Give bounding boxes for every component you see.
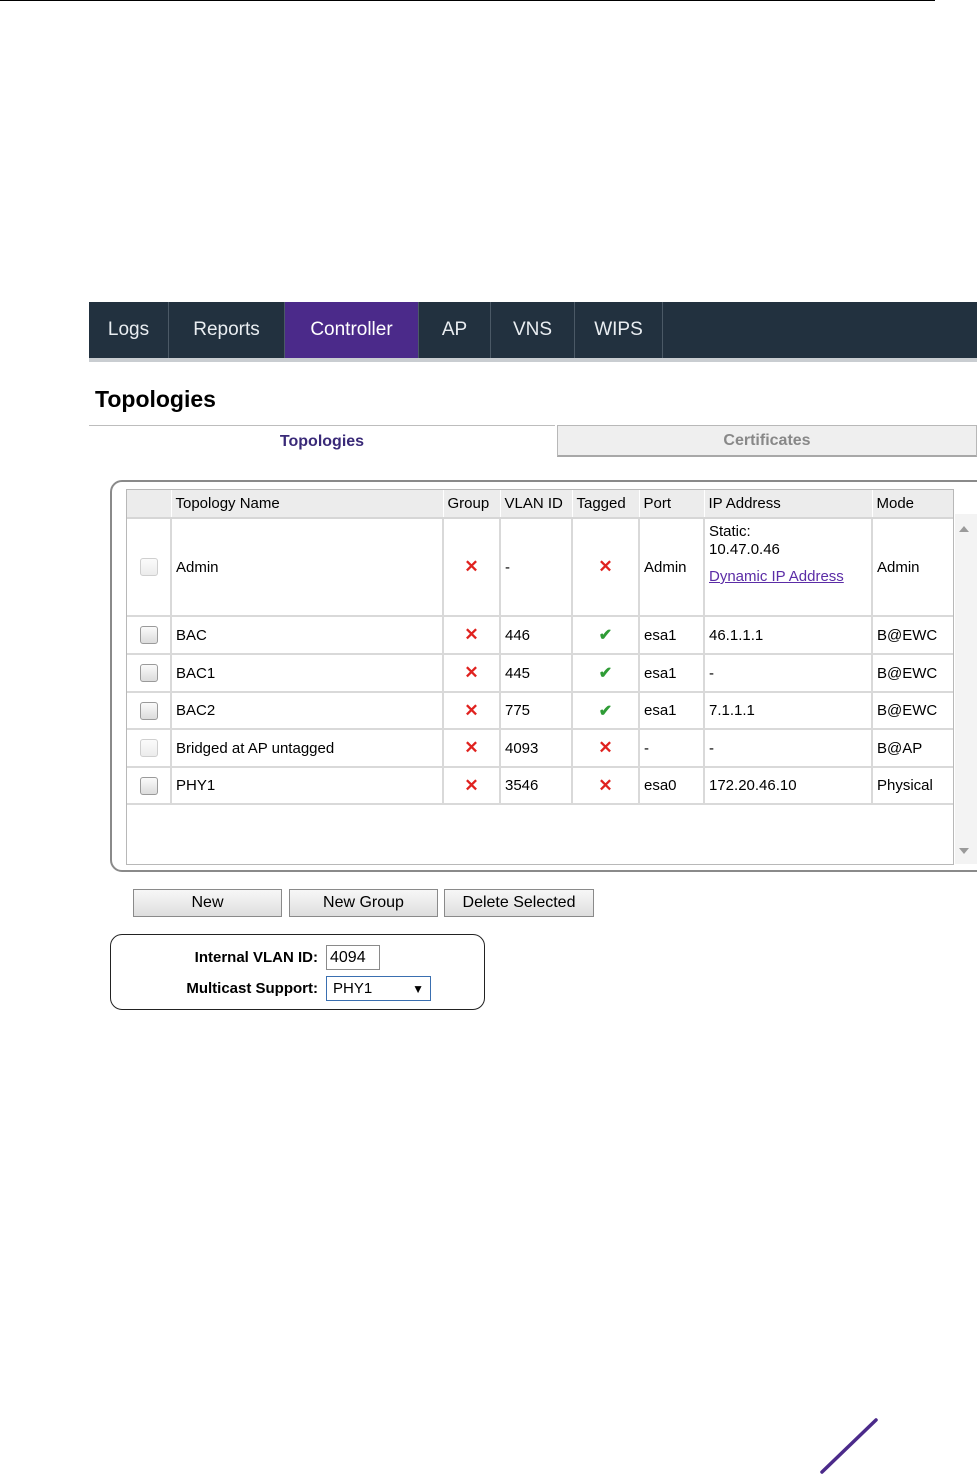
row-checkbox[interactable]: [139, 626, 158, 645]
tagged-yes-icon: ✔: [598, 665, 613, 682]
port: esa1: [639, 654, 705, 693]
topology-name[interactable]: Admin: [171, 518, 444, 617]
port: esa1: [639, 616, 705, 655]
topology-name[interactable]: BAC: [171, 616, 444, 655]
internal-vlan-label: Internal VLAN ID:: [194, 949, 318, 966]
select-column-header: [127, 490, 172, 519]
table-row[interactable]: PHY1 ✕ 3546 ✕ esa0 172.20.46.10 Physical: [127, 767, 953, 805]
table-scrollbar[interactable]: [955, 514, 977, 864]
mode: B@EWC: [872, 616, 953, 655]
scroll-up-arrow-icon[interactable]: [959, 526, 969, 532]
scroll-down-arrow-icon[interactable]: [959, 848, 969, 854]
vlan-id: 775: [500, 692, 573, 730]
ip-address: -: [704, 729, 873, 768]
topology-name[interactable]: BAC2: [171, 692, 444, 730]
table-row[interactable]: Admin ✕ - ✕ Admin Static: 10.47.0.46 Dyn…: [127, 518, 953, 617]
vlan-id: -: [500, 518, 573, 617]
internal-vlan-input[interactable]: [326, 945, 380, 970]
ip-address: 10.47.0.46: [709, 541, 780, 558]
table-row[interactable]: BAC ✕ 446 ✔ esa1 46.1.1.1 B@EWC: [127, 616, 953, 655]
topology-table: Topology Name Group VLAN ID Tagged Port …: [127, 490, 953, 805]
nav-vns[interactable]: VNS: [491, 302, 575, 358]
topology-table-viewport: Topology Name Group VLAN ID Tagged Port …: [126, 489, 954, 865]
column-header-mode[interactable]: Mode: [872, 490, 953, 519]
page-header-rule: [0, 0, 935, 1]
vlan-id: 445: [500, 654, 573, 693]
mode: B@EWC: [872, 692, 953, 730]
vlan-id: 446: [500, 616, 573, 655]
column-header-vlan[interactable]: VLAN ID: [500, 490, 573, 519]
group-no-icon: ✕: [464, 663, 479, 682]
ip-address: -: [704, 654, 873, 693]
vlan-id: 4093: [500, 729, 573, 768]
chevron-down-icon: ▼: [412, 981, 424, 996]
row-checkbox[interactable]: [139, 701, 158, 720]
tagged-yes-icon: ✔: [598, 627, 613, 644]
table-header-row: Topology Name Group VLAN ID Tagged Port …: [127, 490, 953, 519]
ip-static-label: Static:: [709, 523, 751, 540]
table-row[interactable]: BAC2 ✕ 775 ✔ esa1 7.1.1.1 B@EWC: [127, 692, 953, 730]
topology-name[interactable]: Bridged at AP untagged: [171, 729, 444, 768]
port: esa1: [639, 692, 705, 730]
row-checkbox[interactable]: [139, 664, 158, 683]
group-no-icon: ✕: [464, 700, 479, 720]
tagged-no-icon: ✕: [598, 557, 613, 576]
topology-name[interactable]: BAC1: [171, 654, 444, 693]
delete-selected-button[interactable]: Delete Selected: [444, 889, 594, 917]
main-nav: Logs Reports Controller AP VNS WIPS: [89, 302, 977, 362]
group-no-icon: ✕: [464, 775, 479, 795]
ip-address: 172.20.46.10: [704, 767, 873, 805]
port: -: [639, 729, 705, 768]
nav-controller[interactable]: Controller: [285, 302, 419, 358]
ip-address: 7.1.1.1: [704, 692, 873, 730]
brand-slash-logo: [820, 1418, 878, 1474]
tagged-no-icon: ✕: [598, 738, 613, 757]
topology-name[interactable]: PHY1: [171, 767, 444, 805]
row-checkbox: [139, 739, 158, 758]
nav-logs[interactable]: Logs: [89, 302, 169, 358]
multicast-support-select[interactable]: PHY1 ▼: [326, 976, 431, 1001]
row-checkbox: [139, 558, 158, 577]
tagged-no-icon: ✕: [598, 775, 613, 795]
nav-ap[interactable]: AP: [419, 302, 491, 358]
table-row[interactable]: BAC1 ✕ 445 ✔ esa1 - B@EWC: [127, 654, 953, 693]
port: esa0: [639, 767, 705, 805]
column-header-port[interactable]: Port: [639, 490, 705, 519]
new-button[interactable]: New: [133, 889, 282, 917]
column-header-tagged[interactable]: Tagged: [572, 490, 640, 519]
group-no-icon: ✕: [464, 625, 479, 644]
table-row[interactable]: Bridged at AP untagged ✕ 4093 ✕ - - B@AP: [127, 729, 953, 768]
nav-reports[interactable]: Reports: [169, 302, 285, 358]
nav-wips[interactable]: WIPS: [575, 302, 663, 358]
mode: Physical: [872, 767, 953, 805]
column-header-ip[interactable]: IP Address: [704, 490, 873, 519]
column-header-group[interactable]: Group: [443, 490, 501, 519]
vlan-id: 3546: [500, 767, 573, 805]
column-header-name[interactable]: Topology Name: [171, 490, 444, 519]
mode: B@AP: [872, 729, 953, 768]
row-checkbox[interactable]: [139, 776, 158, 795]
tab-certificates[interactable]: Certificates: [557, 425, 977, 457]
multicast-selected-value: PHY1: [333, 980, 373, 997]
group-no-icon: ✕: [464, 557, 479, 576]
tagged-yes-icon: ✔: [598, 702, 613, 720]
new-group-button[interactable]: New Group: [289, 889, 438, 917]
dynamic-ip-link[interactable]: Dynamic IP Address: [709, 568, 844, 585]
port: Admin: [639, 518, 705, 617]
tab-bar: Topologies Certificates: [89, 425, 977, 458]
group-no-icon: ✕: [464, 738, 479, 757]
multicast-support-label: Multicast Support:: [186, 980, 318, 997]
ip-address: 46.1.1.1: [704, 616, 873, 655]
tab-topologies[interactable]: Topologies: [89, 425, 555, 457]
mode: B@EWC: [872, 654, 953, 693]
mode: Admin: [872, 518, 953, 617]
page-title: Topologies: [95, 386, 216, 412]
